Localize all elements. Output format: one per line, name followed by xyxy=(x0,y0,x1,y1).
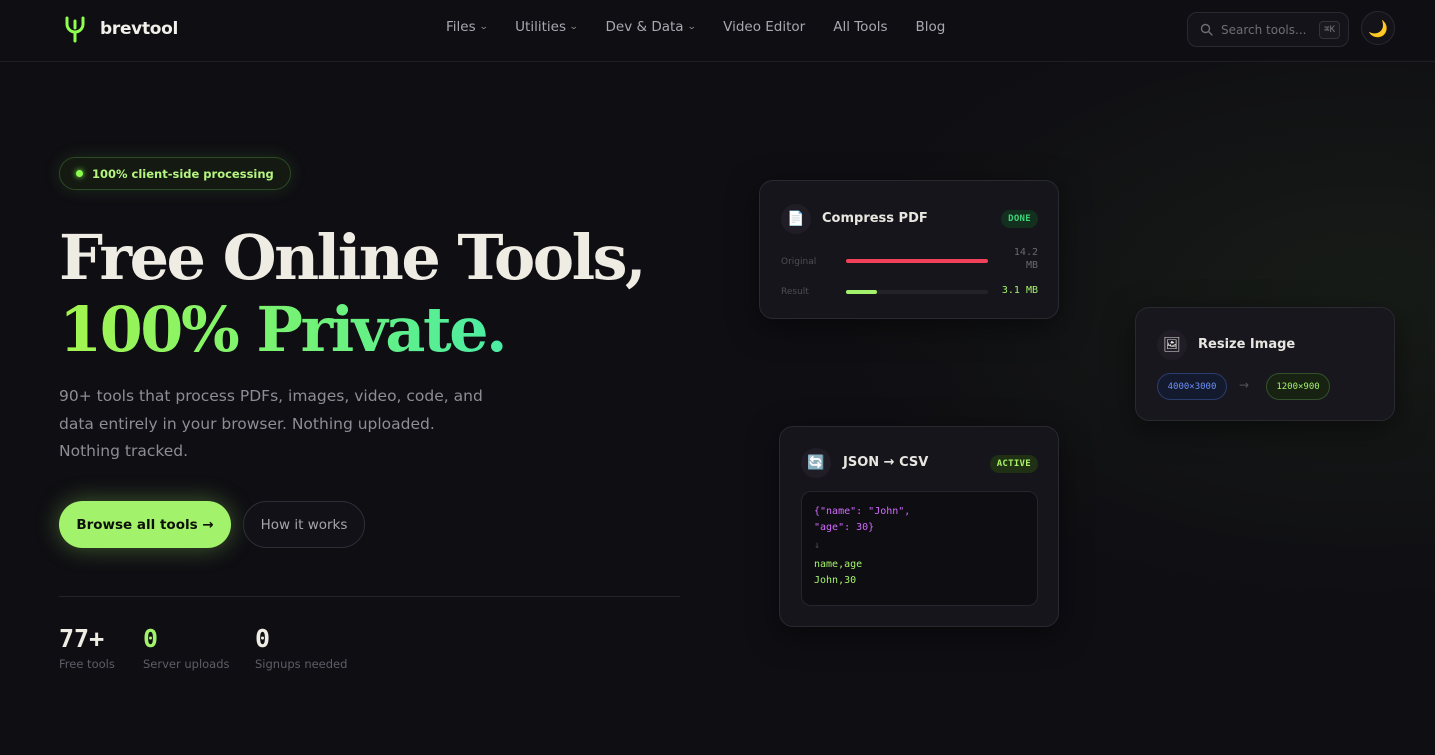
nav-item-label: Video Editor xyxy=(723,19,806,35)
search-icon xyxy=(1200,23,1213,36)
nav-item-utilities[interactable]: Utilities ⌄ xyxy=(515,19,579,35)
card-title: Compress PDF xyxy=(822,211,928,226)
hero-title: Free Online Tools, 100% Private. xyxy=(59,221,647,366)
stat-value: 77+ xyxy=(59,624,105,653)
theme-toggle-button[interactable]: 🌙 xyxy=(1361,11,1395,45)
stat-label: Server uploads xyxy=(143,657,230,671)
json-to-csv-card: 🔄 JSON → CSV ACTIVE {"name": "John", "ag… xyxy=(779,426,1059,627)
search-shortcut-hint: ⌘K xyxy=(1319,20,1340,39)
nav-item-video-editor[interactable]: Video Editor xyxy=(723,19,805,35)
document-icon: 📄 xyxy=(781,204,811,234)
card-title: Resize Image xyxy=(1198,337,1296,352)
hero-subtitle: 90+ tools that process PDFs, images, vid… xyxy=(59,387,483,460)
moon-icon: 🌙 xyxy=(1368,18,1388,38)
result-size-value: 3.1 MB xyxy=(1001,285,1038,296)
stat-server-uploads: 0 Server uploads xyxy=(143,624,230,671)
compress-pdf-card: 📄 Compress PDF DONE Original 14.2 MB Res… xyxy=(759,180,1059,319)
search-placeholder: Search tools... xyxy=(1221,22,1307,37)
stat-label: Signups needed xyxy=(255,657,348,671)
status-dot-icon xyxy=(76,170,83,177)
chevron-down-icon: ⌄ xyxy=(686,22,697,32)
nav-item-label: Blog xyxy=(915,19,946,35)
result-size-bar-fill xyxy=(846,290,878,294)
original-label: Original xyxy=(781,257,817,267)
arrow-right-icon: → xyxy=(1239,378,1250,392)
hero-title-line-1: Free Online Tools, xyxy=(59,221,647,294)
browse-all-tools-button[interactable]: Browse all tools → xyxy=(59,501,231,548)
nav-item-blog[interactable]: Blog xyxy=(916,19,946,35)
nav-item-label: Utilities xyxy=(515,19,566,35)
stat-signups-needed: 0 Signups needed xyxy=(255,624,347,671)
chevron-down-icon: ⌄ xyxy=(568,22,579,32)
original-size-bar-fill xyxy=(846,259,988,263)
nav-item-label: Files xyxy=(446,19,476,35)
nav-item-label: Dev & Data xyxy=(605,19,684,35)
original-size-bar xyxy=(846,259,988,263)
chevron-down-icon: ⌄ xyxy=(478,22,489,32)
status-badge: DONE xyxy=(1001,210,1038,228)
nav-item-label: All Tools xyxy=(833,19,888,35)
csv-output-line: John,30 xyxy=(814,575,857,586)
privacy-pill-text: 100% client-side processing xyxy=(92,166,274,181)
stat-free-tools: 77+ Free tools xyxy=(59,624,115,671)
stats-divider xyxy=(59,596,680,597)
status-badge: ACTIVE xyxy=(989,455,1038,473)
result-label: Result xyxy=(781,287,809,297)
original-size-value: 14.2 MB xyxy=(1013,247,1038,271)
resize-image-card: 🖼 Resize Image 4000×3000 → 1200×900 xyxy=(1135,307,1395,421)
stat-value: 0 xyxy=(255,624,271,653)
json-input-line: {"name": "John", xyxy=(814,506,911,517)
brand-name: brevtool xyxy=(100,19,179,39)
arrow-down-icon: ↓ xyxy=(814,540,821,551)
original-dimensions-chip: 4000×3000 xyxy=(1157,373,1227,400)
stat-value: 0 xyxy=(143,624,159,653)
brand-logo-link[interactable]: brevtool xyxy=(64,15,178,43)
json-input-line: "age": 30} xyxy=(814,522,875,533)
nav-item-dev-data[interactable]: Dev & Data ⌄ xyxy=(605,19,697,35)
search-box[interactable]: Search tools... ⌘K xyxy=(1187,12,1349,47)
stat-label: Free tools xyxy=(59,657,115,671)
top-navbar: brevtool Files ⌄ Utilities ⌄ Dev & Data … xyxy=(0,0,1435,62)
nav-item-all-tools[interactable]: All Tools xyxy=(833,19,887,35)
result-size-bar xyxy=(846,290,988,294)
privacy-pill: 100% client-side processing xyxy=(59,157,291,190)
nav-item-files[interactable]: Files ⌄ xyxy=(446,19,489,35)
nav-links: Files ⌄ Utilities ⌄ Dev & Data ⌄ Video E… xyxy=(446,19,945,35)
target-dimensions-chip: 1200×900 xyxy=(1266,373,1330,400)
image-icon: 🖼 xyxy=(1157,330,1187,360)
csv-output-line: name,age xyxy=(814,559,863,570)
code-preview: {"name": "John", "age": 30} ↓ name,age J… xyxy=(801,491,1038,606)
hero-title-line-2: 100% Private. xyxy=(59,294,644,366)
brand-logo-icon xyxy=(65,16,85,43)
convert-icon: 🔄 xyxy=(801,448,831,478)
how-it-works-button[interactable]: How it works xyxy=(243,501,365,548)
card-title: JSON → CSV xyxy=(843,455,929,470)
